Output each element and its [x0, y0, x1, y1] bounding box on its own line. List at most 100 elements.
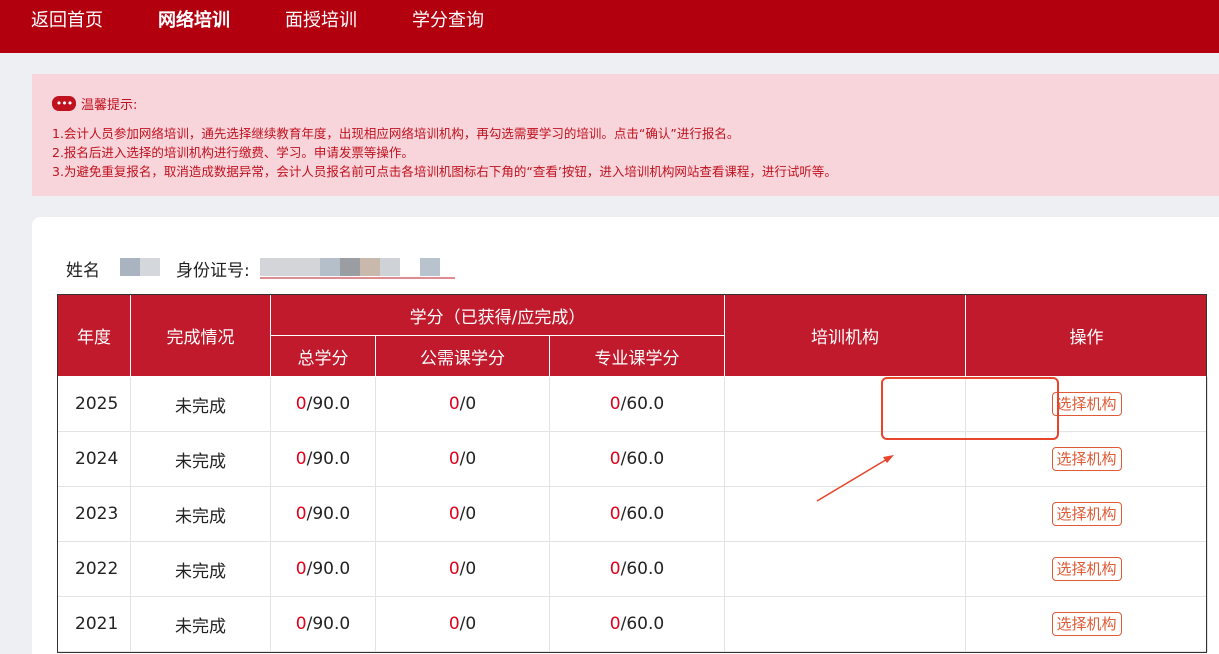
select-institution-button[interactable]: 选择机构 [1051, 612, 1122, 636]
public-credit-cell: 0/0 [375, 541, 550, 597]
credit-earned: 0 [295, 394, 307, 414]
credit-required: /60.0 [620, 449, 665, 469]
header-total-credits: 总学分 [270, 335, 376, 377]
id-underline [260, 277, 455, 279]
action-cell: 选择机构 [965, 486, 1209, 542]
table-row: 2022 未完成 0/90.0 0/0 0/60.0 选择机构 [57, 541, 1209, 597]
total-credit-cell: 0/90.0 [270, 376, 376, 432]
credit-earned: 0 [448, 559, 460, 579]
select-institution-button[interactable]: 选择机构 [1051, 502, 1122, 526]
credit-required: /0 [459, 394, 477, 414]
name-redacted-block [140, 258, 160, 276]
status-cell: 未完成 [130, 486, 271, 542]
public-credit-cell: 0/0 [375, 376, 550, 432]
institution-cell [724, 596, 967, 652]
id-redacted-block [340, 258, 360, 276]
credit-required: /60.0 [620, 614, 665, 634]
public-credit-cell: 0/0 [375, 596, 550, 652]
credit-required: /0 [459, 449, 477, 469]
name-redacted-block [120, 258, 140, 276]
institution-cell [724, 431, 967, 487]
professional-credit-cell: 0/60.0 [548, 486, 726, 542]
credit-earned: 0 [295, 449, 307, 469]
id-label: 身份证号: [176, 261, 250, 281]
notice-line-1: 1.会计人员参加网络培训，通先选择继续教育年度，出现相应网络培训机构，再勾选需要… [52, 126, 740, 141]
credit-required: /60.0 [620, 559, 665, 579]
total-credit-cell: 0/90.0 [270, 596, 376, 652]
top-nav-bar: 返回首页 网络培训 面授培训 学分查询 [0, 0, 1219, 53]
credit-required: /90.0 [306, 394, 351, 414]
header-professional-credits: 专业课学分 [548, 335, 726, 377]
name-label: 姓名 [66, 261, 100, 281]
credit-required: /90.0 [306, 504, 351, 524]
year-cell: 2021 [57, 596, 131, 652]
professional-credit-cell: 0/60.0 [548, 541, 726, 597]
id-redacted-block [260, 258, 320, 276]
status-cell: 未完成 [130, 541, 271, 597]
nav-face-training[interactable]: 面授培训 [285, 0, 357, 42]
notice-title: ••• 温馨提示: [52, 94, 138, 113]
professional-credit-cell: 0/60.0 [548, 376, 726, 432]
notice-title-text: 温馨提示: [81, 97, 138, 113]
action-cell: 选择机构 [965, 376, 1209, 432]
action-cell: 选择机构 [965, 541, 1209, 597]
table-row: 2024 未完成 0/90.0 0/0 0/60.0 选择机构 [57, 431, 1209, 487]
table-row: 2025 未完成 0/90.0 0/0 0/60.0 选择机构 [57, 376, 1209, 432]
id-redacted-block [360, 258, 380, 276]
total-credit-cell: 0/90.0 [270, 486, 376, 542]
credit-earned: 0 [295, 559, 307, 579]
year-cell: 2024 [57, 431, 131, 487]
ellipsis-icon: ••• [52, 95, 76, 111]
year-cell: 2025 [57, 376, 131, 432]
credit-table: 年度 完成情况 学分（已获得/应完成） 培训机构 操作 总学分 公需课学分 专业… [57, 294, 1209, 652]
header-status: 完成情况 [130, 294, 271, 377]
id-redacted-block [380, 258, 400, 276]
select-institution-button[interactable]: 选择机构 [1051, 447, 1122, 471]
id-redacted-block [420, 258, 440, 276]
table-row: 2023 未完成 0/90.0 0/0 0/60.0 选择机构 [57, 486, 1209, 542]
notice-line-3: 3.为避免重复报名，取消造成数据异常，会计人员报名前可点击各培训机图标右下角的“… [52, 164, 837, 179]
institution-cell [724, 541, 967, 597]
select-institution-button[interactable]: 选择机构 [1051, 557, 1122, 581]
professional-credit-cell: 0/60.0 [548, 596, 726, 652]
credit-earned: 0 [609, 394, 621, 414]
header-public-credits: 公需课学分 [375, 335, 550, 377]
status-cell: 未完成 [130, 431, 271, 487]
total-credit-cell: 0/90.0 [270, 431, 376, 487]
nav-home[interactable]: 返回首页 [31, 0, 103, 42]
notice-line-2: 2.报名后进入选择的培训机构进行缴费、学习。申请发票等操作。 [52, 145, 414, 160]
credit-required: /90.0 [306, 614, 351, 634]
header-credits-group: 学分（已获得/应完成） [269, 294, 726, 336]
credit-earned: 0 [609, 504, 621, 524]
professional-credit-cell: 0/60.0 [548, 431, 726, 487]
credit-earned: 0 [295, 614, 307, 634]
credit-earned: 0 [609, 559, 621, 579]
credit-earned: 0 [448, 449, 460, 469]
credit-earned: 0 [609, 614, 621, 634]
id-redacted-block [320, 258, 340, 276]
notice-panel: ••• 温馨提示: 1.会计人员参加网络培训，通先选择继续教育年度，出现相应网络… [32, 74, 1219, 196]
year-cell: 2022 [57, 541, 131, 597]
nav-online-training[interactable]: 网络培训 [158, 0, 230, 42]
institution-cell [724, 486, 967, 542]
credit-earned: 0 [295, 504, 307, 524]
credit-earned: 0 [448, 614, 460, 634]
credit-required: /0 [459, 559, 477, 579]
header-action: 操作 [965, 294, 1209, 377]
header-year: 年度 [57, 294, 131, 377]
year-cell: 2023 [57, 486, 131, 542]
status-cell: 未完成 [130, 596, 271, 652]
action-cell: 选择机构 [965, 596, 1209, 652]
credit-required: /60.0 [620, 504, 665, 524]
credit-earned: 0 [609, 449, 621, 469]
institution-cell [724, 376, 967, 432]
public-credit-cell: 0/0 [375, 486, 550, 542]
credit-required: /0 [459, 504, 477, 524]
select-institution-button[interactable]: 选择机构 [1051, 392, 1122, 416]
credit-required: /0 [459, 614, 477, 634]
credit-earned: 0 [448, 394, 460, 414]
credit-required: /60.0 [620, 394, 665, 414]
status-cell: 未完成 [130, 376, 271, 432]
public-credit-cell: 0/0 [375, 431, 550, 487]
nav-credit-query[interactable]: 学分查询 [412, 0, 484, 42]
